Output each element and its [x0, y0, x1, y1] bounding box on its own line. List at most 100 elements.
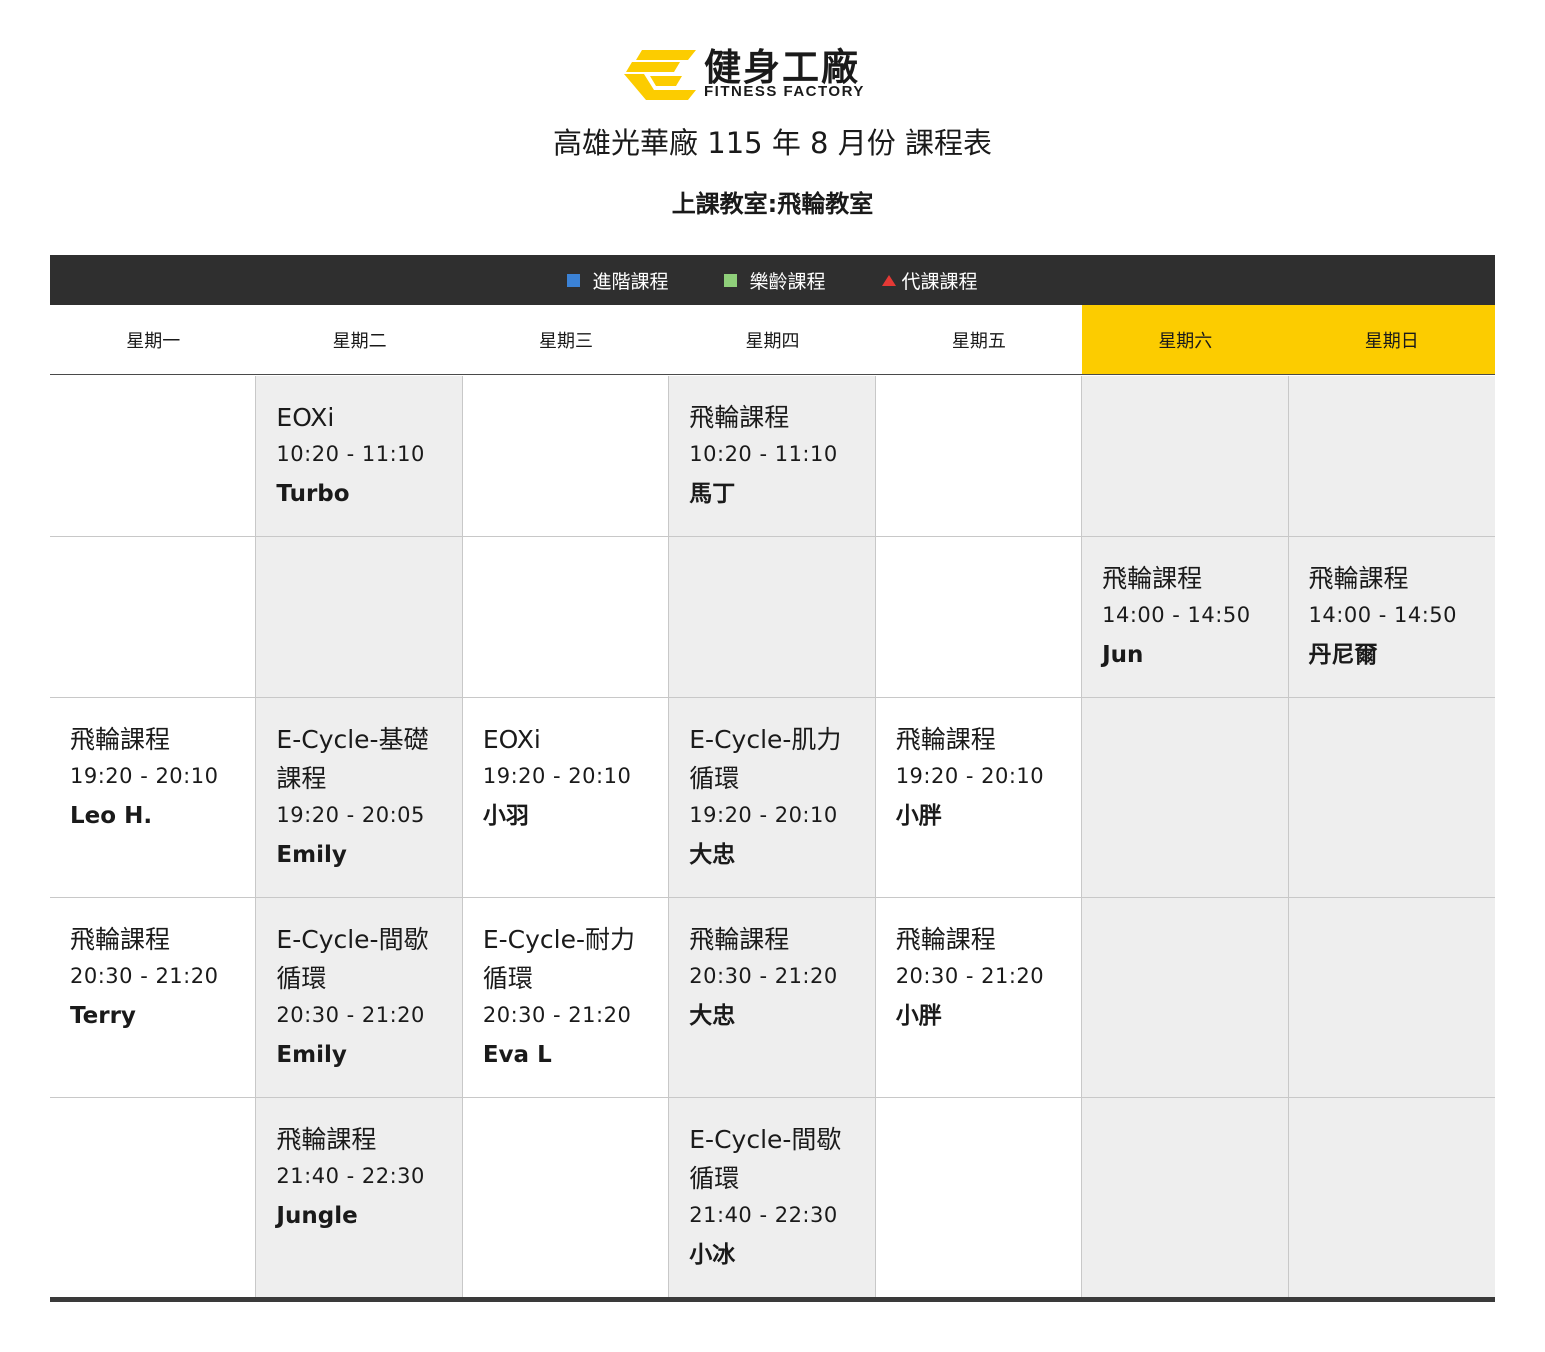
- schedule-cell-wed: [463, 537, 670, 697]
- class-teacher: 馬丁: [689, 481, 736, 507]
- schedule-cell-sun: [1288, 898, 1495, 1097]
- class-time: 20:30 - 21:20: [895, 964, 1045, 988]
- class-teacher: Emily: [276, 842, 347, 868]
- class-teacher: 丹尼爾: [1308, 642, 1378, 668]
- schedule-row: EOXi 10:20 - 11:10 Turbo 飛輪課程 10:20 - 11:10 馬…: [50, 376, 1495, 537]
- class-name: 飛輪課程: [689, 925, 790, 954]
- class-time: 20:30 - 21:20: [482, 1003, 632, 1027]
- schedule-cell-tue: [256, 537, 463, 697]
- class-time: 19:20 - 20:10: [895, 764, 1045, 788]
- schedule-cell-thu: [669, 537, 876, 697]
- schedule-cell-tue: 飛輪課程 21:40 - 22:30 Jungle: [256, 1098, 463, 1298]
- day-header-row: 星期一 星期二 星期三 星期四 星期五 星期六 星期日: [50, 305, 1495, 375]
- bottom-divider: [50, 1297, 1495, 1302]
- class-teacher: Jungle: [276, 1203, 358, 1229]
- day-header-sun: 星期日: [1288, 305, 1495, 374]
- schedule-cell-fri: [876, 1098, 1083, 1298]
- schedule-cell-thu: E-Cycle-肌力循環 19:20 - 20:10 大忠: [669, 698, 876, 897]
- class-time: 21:40 - 22:30: [689, 1203, 838, 1227]
- day-header-tue: 星期二: [332, 330, 387, 352]
- class-name: E-Cycle-耐力循環: [482, 925, 636, 993]
- class-time: 14:00 - 14:50: [1102, 603, 1251, 627]
- brand-logo: 健身工廠 FITNESS FACTORY: [624, 48, 924, 104]
- day-header-thu: 星期四: [745, 330, 800, 352]
- class-name: 飛輪課程: [689, 403, 790, 432]
- class-name: 飛輪課程: [276, 1125, 377, 1154]
- legend-substitute-label: 代課課程: [901, 270, 978, 293]
- class-name: EOXi: [482, 725, 541, 754]
- schedule-cell-wed: [463, 1098, 670, 1298]
- schedule-row: 飛輪課程 19:20 - 20:10 Leo H. E-Cycle-基礎課程 19:20…: [50, 698, 1495, 898]
- schedule-cell-sat: [1082, 1098, 1289, 1298]
- day-header-fri: 星期五: [951, 330, 1006, 352]
- day-header-wed: 星期三: [539, 330, 594, 352]
- class-name: EOXi: [276, 403, 335, 432]
- classroom-subtitle: 上課教室:飛輪教室: [671, 190, 874, 218]
- schedule-cell-wed: EOXi 19:20 - 20:10 小羽: [463, 698, 670, 897]
- class-teacher: 小胖: [895, 803, 942, 829]
- class-teacher: Terry: [70, 1003, 136, 1029]
- schedule-cell-tue: EOXi 10:20 - 11:10 Turbo: [256, 376, 463, 536]
- schedule-cell-mon: [50, 1098, 257, 1298]
- class-name: 飛輪課程: [895, 725, 996, 754]
- schedule-cell-fri: [876, 537, 1083, 697]
- class-name: 飛輪課程: [70, 925, 171, 954]
- schedule-cell-thu: E-Cycle-間歇循環 21:40 - 22:30 小冰: [669, 1098, 876, 1298]
- legend-bar: 進階課程 樂齡課程 代課課程: [50, 255, 1495, 305]
- schedule-cell-mon: [50, 376, 257, 536]
- class-name: 飛輪課程: [70, 725, 171, 754]
- schedule-cell-tue: E-Cycle-間歇循環 20:30 - 21:20 Emily: [256, 898, 463, 1097]
- schedule-cell-sun: [1288, 1098, 1495, 1298]
- class-name: 飛輪課程: [1308, 564, 1409, 593]
- schedule-cell-mon: 飛輪課程 19:20 - 20:10 Leo H.: [50, 698, 257, 897]
- class-teacher: 小冰: [689, 1242, 736, 1268]
- day-header-mon: 星期一: [126, 330, 181, 352]
- schedule-cell-wed: [463, 376, 670, 536]
- class-teacher: 大忠: [689, 842, 736, 868]
- class-time: 20:30 - 21:20: [689, 964, 838, 988]
- schedule-row: 飛輪課程 21:40 - 22:30 Jungle E-Cycle-間歇循環 21:40…: [50, 1098, 1495, 1298]
- class-teacher: Eva L: [482, 1042, 552, 1068]
- schedule-cell-sat: 飛輪課程 14:00 - 14:50 Jun: [1082, 537, 1289, 697]
- schedule-cell-tue: E-Cycle-基礎課程 19:20 - 20:05 Emily: [256, 698, 463, 897]
- class-teacher: Leo H.: [70, 803, 153, 829]
- class-name: E-Cycle-基礎課程: [276, 725, 429, 793]
- class-time: 20:30 - 21:20: [276, 1003, 425, 1027]
- class-teacher: Jun: [1102, 642, 1144, 668]
- blue-square-icon: [567, 273, 581, 287]
- class-time: 20:30 - 21:20: [70, 964, 219, 988]
- schedule-cell-fri: 飛輪課程 20:30 - 21:20 小胖: [876, 898, 1083, 1097]
- schedule-cell-sun: [1288, 376, 1495, 536]
- class-teacher: 小胖: [895, 1003, 942, 1029]
- schedule-cell-sun: [1288, 698, 1495, 897]
- legend-substitute: 代課課程: [881, 267, 978, 294]
- day-header-sat: 星期六: [1082, 305, 1289, 374]
- class-teacher: 小羽: [482, 803, 529, 829]
- class-name: 飛輪課程: [1102, 564, 1203, 593]
- class-time: 19:20 - 20:05: [276, 803, 425, 827]
- class-name: E-Cycle-肌力循環: [689, 725, 842, 793]
- schedule-cell-sun: 飛輪課程 14:00 - 14:50 丹尼爾: [1288, 537, 1495, 697]
- class-time: 19:20 - 20:10: [482, 764, 632, 788]
- class-time: 19:20 - 20:10: [70, 764, 219, 788]
- brand-name-en: FITNESS FACTORY: [704, 83, 865, 100]
- schedule-cell-fri: [876, 376, 1083, 536]
- class-time: 19:20 - 20:10: [689, 803, 838, 827]
- class-teacher: Emily: [276, 1042, 347, 1068]
- schedule-cell-sat: [1082, 376, 1289, 536]
- schedule-cell-thu: 飛輪課程 20:30 - 21:20 大忠: [669, 898, 876, 1097]
- class-time: 21:40 - 22:30: [276, 1164, 425, 1188]
- schedule-cell-mon: [50, 537, 257, 697]
- legend-advanced: 進階課程: [567, 267, 668, 294]
- schedule-cell-thu: 飛輪課程 10:20 - 11:10 馬丁: [669, 376, 876, 536]
- class-teacher: 大忠: [689, 1003, 736, 1029]
- class-time: 10:20 - 11:10: [689, 442, 838, 466]
- legend-advanced-label: 進階課程: [592, 270, 669, 293]
- legend-senior-label: 樂齡課程: [749, 270, 826, 293]
- class-teacher: Turbo: [276, 481, 350, 507]
- fitness-factory-logo-icon: [624, 50, 696, 100]
- legend-senior: 樂齡課程: [724, 267, 826, 294]
- schedule-cell-fri: 飛輪課程 19:20 - 20:10 小胖: [876, 698, 1083, 897]
- schedule-cell-sat: [1082, 698, 1289, 897]
- class-name: E-Cycle-間歇循環: [689, 1125, 842, 1193]
